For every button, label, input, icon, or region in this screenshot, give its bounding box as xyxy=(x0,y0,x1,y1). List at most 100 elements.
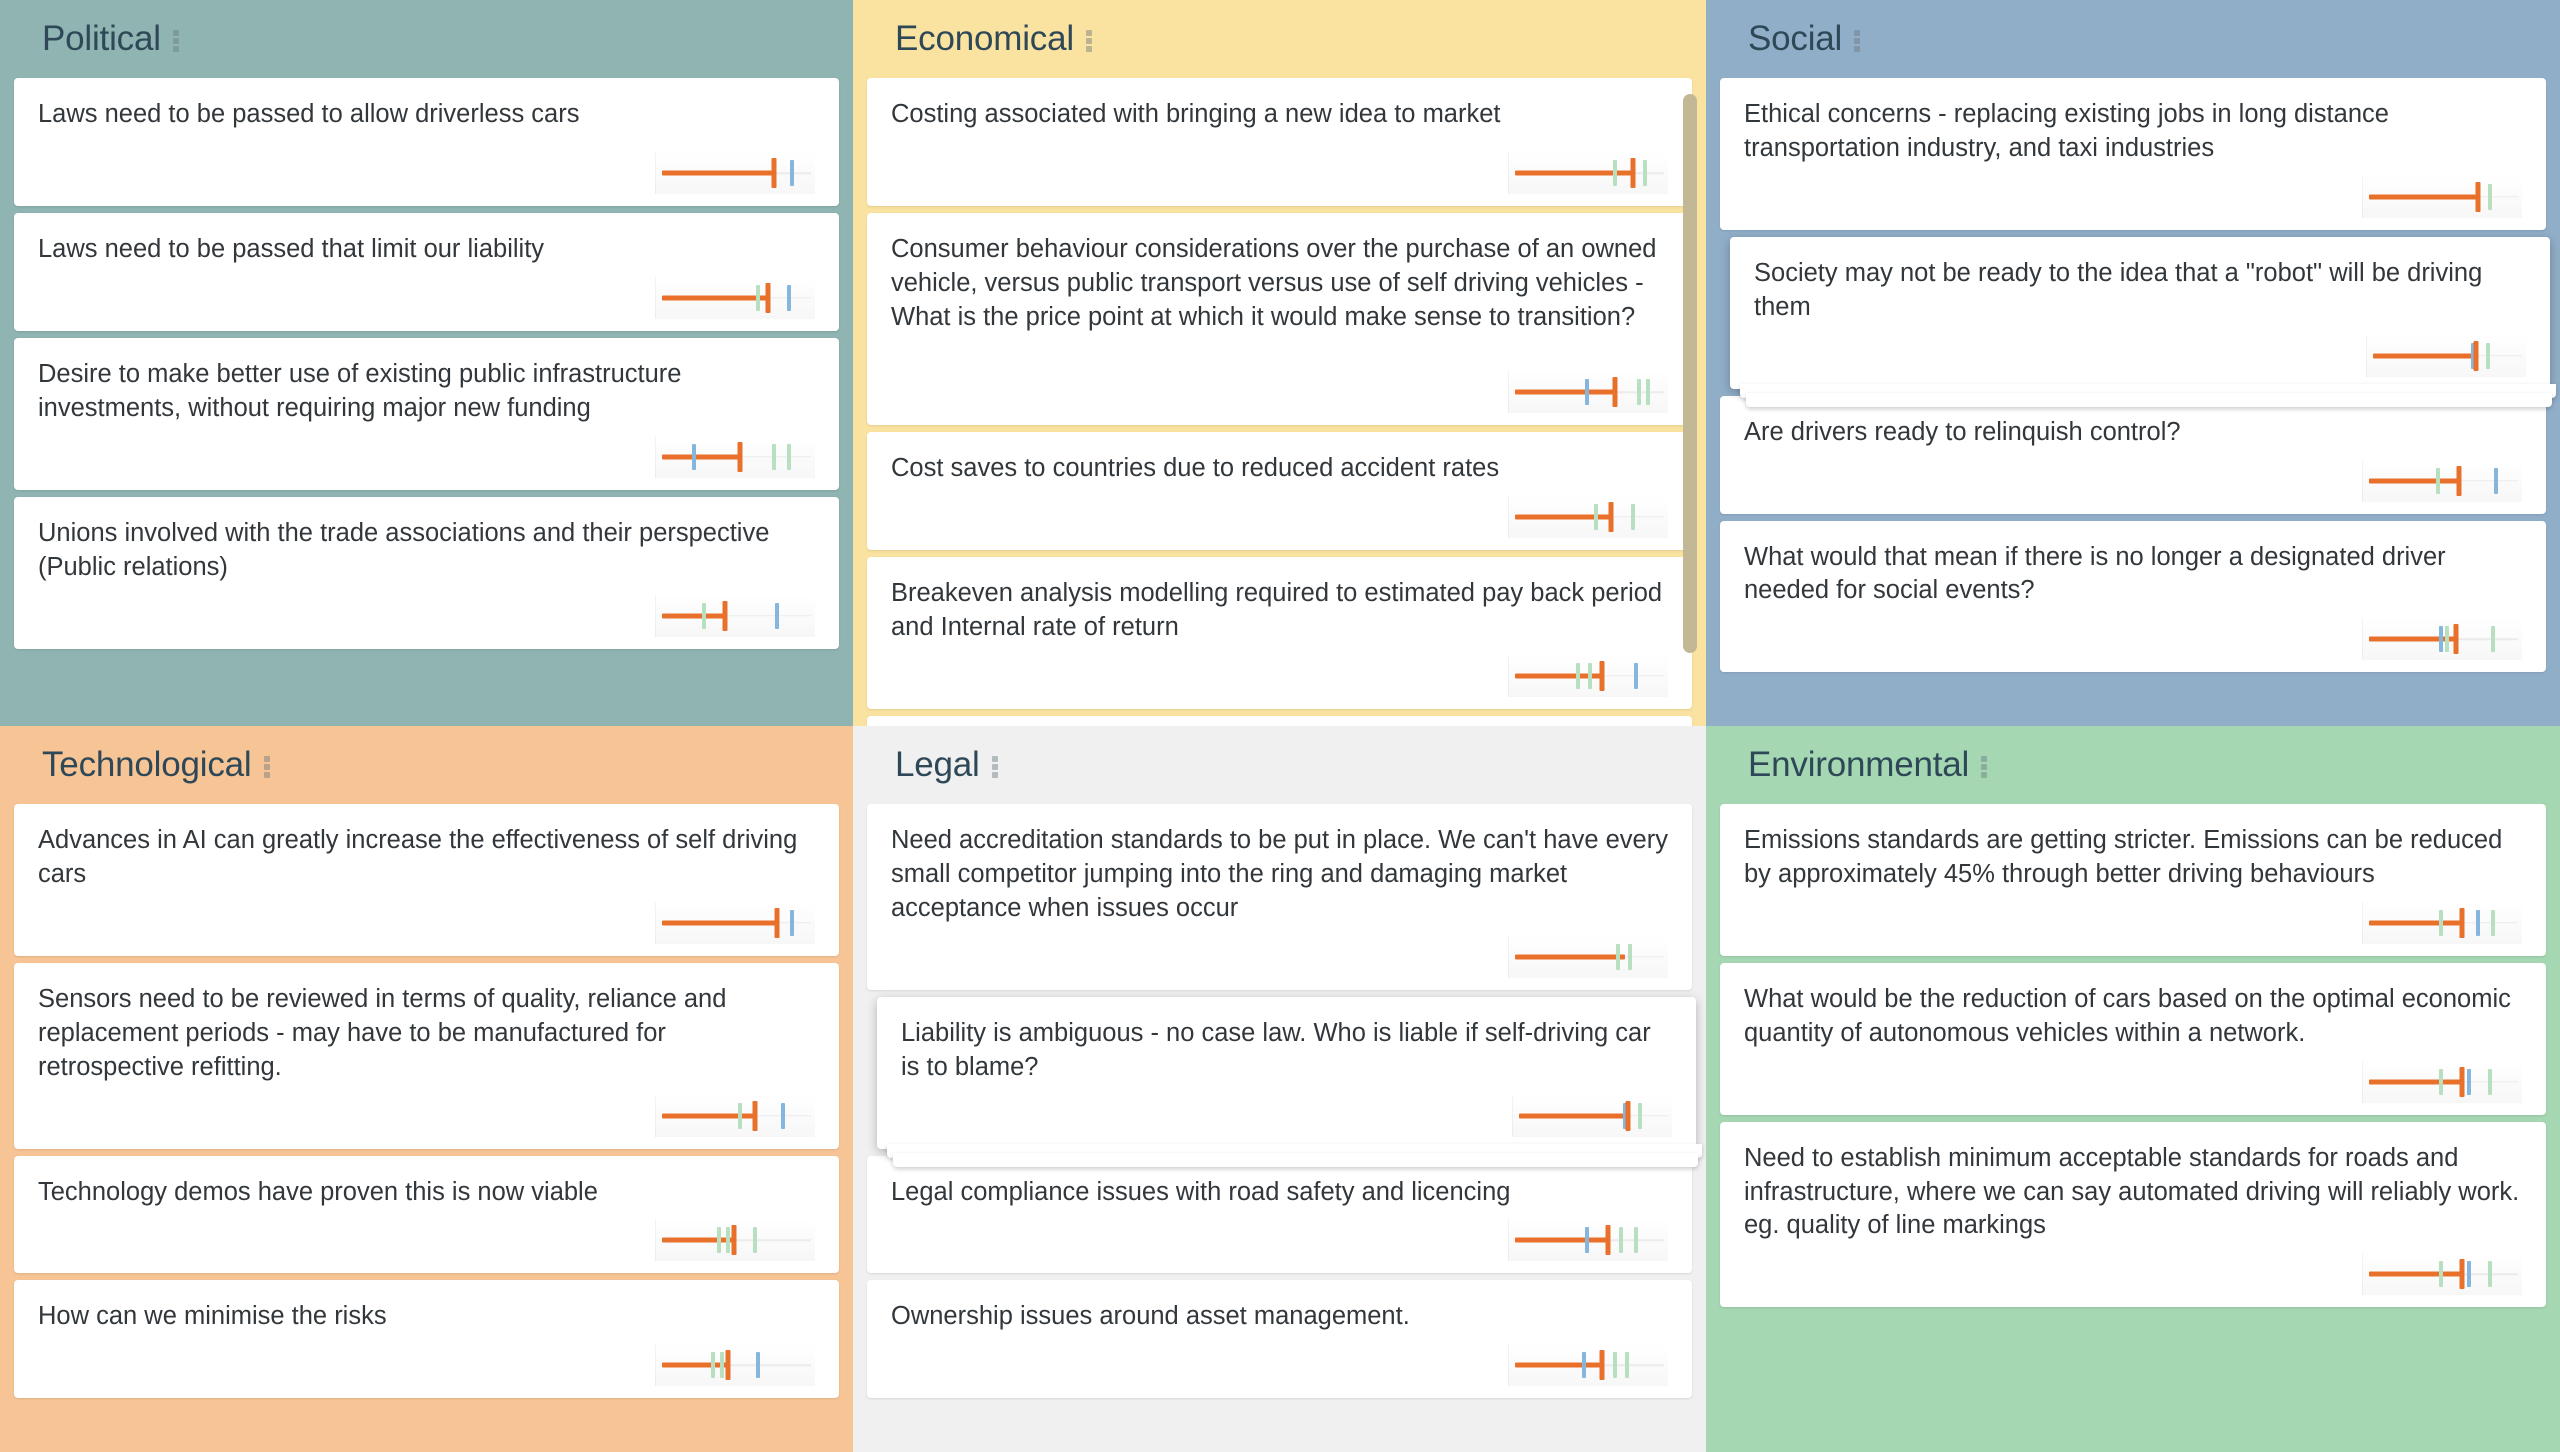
kebab-menu-icon[interactable] xyxy=(1981,753,1988,778)
slider-tick-orange[interactable] xyxy=(774,907,780,938)
slider-tick-blue[interactable] xyxy=(1585,1227,1590,1254)
slider-tick-orange[interactable] xyxy=(1599,1350,1605,1381)
rating-slider[interactable] xyxy=(655,1219,815,1262)
rating-slider[interactable] xyxy=(2362,459,2522,502)
kebab-menu-icon[interactable] xyxy=(172,27,179,52)
slider-tick-blue[interactable] xyxy=(692,443,697,470)
rating-slider[interactable] xyxy=(655,435,815,478)
slider-tick-orange[interactable] xyxy=(725,1350,731,1381)
rating-slider[interactable] xyxy=(655,594,815,637)
rating-slider[interactable] xyxy=(2362,618,2522,661)
card[interactable]: Need accreditation standards to be put i… xyxy=(867,804,1692,990)
slider-tick-green[interactable] xyxy=(1594,503,1599,530)
slider-tick-blue[interactable] xyxy=(2466,1261,2471,1288)
slider-tick-blue[interactable] xyxy=(2439,626,2444,653)
card[interactable]: Are drivers ready to relinquish control? xyxy=(1720,395,2546,514)
slider-tick-green[interactable] xyxy=(2439,909,2444,936)
slider-tick-orange[interactable] xyxy=(2473,340,2479,371)
card[interactable]: Ownership issues around asset management… xyxy=(867,1280,1692,1399)
slider-tick-green[interactable] xyxy=(756,284,761,311)
slider-tick-orange[interactable] xyxy=(1625,1100,1631,1131)
slider-tick-orange[interactable] xyxy=(722,600,728,631)
slider-tick-orange[interactable] xyxy=(1612,377,1617,407)
slider-tick-orange[interactable] xyxy=(1599,660,1605,691)
slider-tick-orange[interactable] xyxy=(2459,907,2465,938)
slider-tick-orange[interactable] xyxy=(1608,501,1614,532)
card[interactable]: Ethical concerns - replacing existing jo… xyxy=(1720,78,2546,230)
slider-tick-green[interactable] xyxy=(2490,909,2495,936)
slider-tick-green[interactable] xyxy=(2485,342,2490,369)
slider-tick-green[interactable] xyxy=(1588,662,1593,689)
rating-slider[interactable] xyxy=(1512,1094,1672,1137)
card[interactable]: Advances in AI can greatly increase the … xyxy=(14,804,839,956)
card[interactable]: Sensors need to be reviewed in terms of … xyxy=(14,962,839,1149)
rating-slider[interactable] xyxy=(1508,654,1668,697)
slider-tick-blue[interactable] xyxy=(756,1352,761,1379)
card[interactable]: Breakeven analysis modelling required to… xyxy=(867,556,1692,709)
rating-slider[interactable] xyxy=(1508,152,1668,194)
rating-slider[interactable] xyxy=(2362,175,2522,218)
card[interactable]: What would be the reduction of cars base… xyxy=(1720,962,2546,1115)
card[interactable]: Technology demos have proven this is now… xyxy=(14,1155,839,1274)
slider-tick-green[interactable] xyxy=(1646,379,1651,405)
rating-slider[interactable] xyxy=(655,152,815,194)
slider-tick-orange[interactable] xyxy=(1630,158,1636,188)
slider-tick-green[interactable] xyxy=(1575,662,1580,689)
slider-tick-blue[interactable] xyxy=(774,602,779,629)
kebab-menu-icon[interactable] xyxy=(991,753,998,778)
slider-tick-green[interactable] xyxy=(2445,626,2450,653)
slider-tick-orange[interactable] xyxy=(737,441,743,472)
card[interactable]: What would that mean if there is no long… xyxy=(1720,520,2546,673)
slider-tick-green[interactable] xyxy=(719,1352,724,1379)
slider-tick-blue[interactable] xyxy=(790,160,795,186)
slider-tick-blue[interactable] xyxy=(2475,909,2480,936)
rating-slider[interactable] xyxy=(1508,935,1668,978)
card[interactable]: Legal compliance issues with road safety… xyxy=(867,1155,1692,1274)
kebab-menu-icon[interactable] xyxy=(1854,27,1861,52)
card[interactable]: Cost saves to countries due to reduced a… xyxy=(867,432,1692,550)
slider-tick-orange[interactable] xyxy=(731,1225,737,1256)
slider-tick-green[interactable] xyxy=(1636,379,1641,405)
slider-tick-green[interactable] xyxy=(1637,1102,1642,1129)
slider-tick-orange[interactable] xyxy=(2475,181,2481,212)
slider-tick-orange[interactable] xyxy=(2459,1259,2465,1290)
rating-slider[interactable] xyxy=(2362,1060,2522,1103)
slider-tick-green[interactable] xyxy=(2487,1261,2492,1288)
card[interactable]: Costing associated with bringing a new i… xyxy=(867,78,1692,206)
rating-slider[interactable] xyxy=(655,276,815,319)
slider-tick-blue[interactable] xyxy=(1581,1352,1586,1379)
slider-tick-green[interactable] xyxy=(2439,1068,2444,1095)
slider-tick-orange[interactable] xyxy=(752,1100,758,1131)
card[interactable]: Liability is ambiguous - no case law. Wh… xyxy=(877,996,1702,1167)
slider-tick-orange[interactable] xyxy=(1605,1225,1611,1256)
slider-tick-blue[interactable] xyxy=(790,909,795,936)
card[interactable]: Laws need to be passed that limit our li… xyxy=(14,213,839,331)
rating-slider[interactable] xyxy=(655,1344,815,1387)
slider-tick-green[interactable] xyxy=(2487,183,2492,210)
slider-tick-green[interactable] xyxy=(701,602,706,629)
card[interactable]: Society may not be ready to the idea tha… xyxy=(1730,236,2556,407)
slider-tick-green[interactable] xyxy=(710,1352,715,1379)
slider-tick-green[interactable] xyxy=(2490,626,2495,653)
slider-tick-green[interactable] xyxy=(2435,467,2440,494)
slider-tick-green[interactable] xyxy=(725,1227,730,1254)
rating-slider[interactable] xyxy=(1508,1344,1668,1387)
slider-tick-green[interactable] xyxy=(1618,1227,1623,1254)
slider-tick-orange[interactable] xyxy=(765,282,771,313)
card[interactable]: Unions involved with the trade associati… xyxy=(14,496,839,649)
rating-slider[interactable] xyxy=(1508,1219,1668,1262)
card[interactable]: Desire to make better use of existing pu… xyxy=(14,337,839,490)
slider-tick-green[interactable] xyxy=(1612,160,1617,186)
slider-tick-green[interactable] xyxy=(1630,503,1635,530)
kebab-menu-icon[interactable] xyxy=(263,753,270,778)
slider-tick-blue[interactable] xyxy=(2493,467,2498,494)
rating-slider[interactable] xyxy=(1508,371,1668,413)
slider-tick-orange[interactable] xyxy=(2456,465,2462,496)
slider-tick-green[interactable] xyxy=(1624,1352,1629,1379)
slider-tick-blue[interactable] xyxy=(780,1102,785,1129)
rating-slider[interactable] xyxy=(2366,334,2526,377)
slider-tick-orange[interactable] xyxy=(771,158,777,188)
slider-tick-green[interactable] xyxy=(2439,1261,2444,1288)
card[interactable]: How can we minimise the risks xyxy=(14,1280,839,1399)
card[interactable]: Emissions standards are getting stricter… xyxy=(1720,804,2546,956)
